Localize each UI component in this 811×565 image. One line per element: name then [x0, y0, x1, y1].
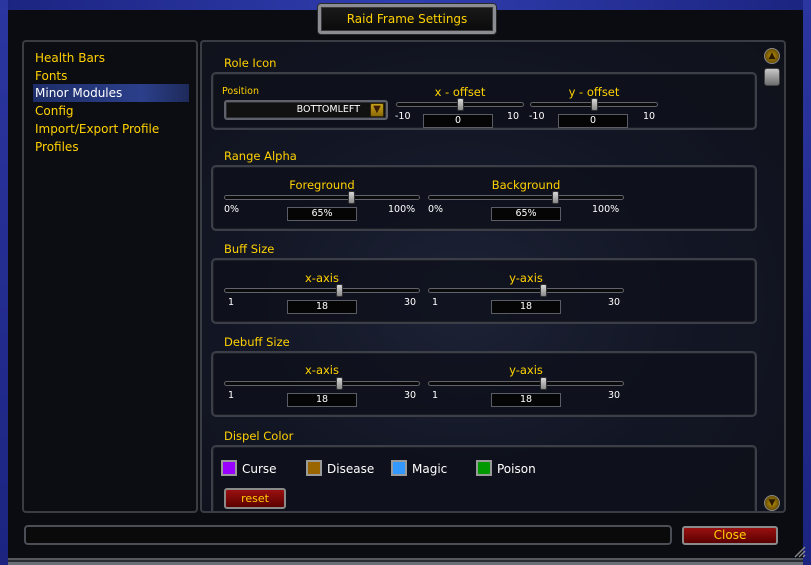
section-title-role-icon: Role Icon: [224, 56, 277, 70]
magic-label: Magic: [412, 462, 448, 476]
slider-min: 1: [228, 297, 235, 308]
slider-min: 1: [228, 390, 235, 401]
scroll-thumb[interactable]: [764, 68, 780, 86]
section-title-range-alpha: Range Alpha: [224, 149, 297, 163]
poison-label: Poison: [497, 462, 536, 476]
debuff-x-axis-slider[interactable]: [224, 377, 420, 390]
debuff-y-axis-slider[interactable]: [428, 377, 624, 390]
buff-x-axis-value[interactable]: 18: [287, 300, 357, 314]
slider-max: 30: [404, 390, 417, 401]
window-title[interactable]: Raid Frame Settings: [318, 4, 496, 34]
section-title-debuff-size: Debuff Size: [224, 335, 290, 349]
background-label: Background: [491, 178, 561, 192]
y-offset-label: y - offset: [568, 85, 620, 99]
close-button[interactable]: Close: [682, 526, 778, 545]
slider-min: 0%: [428, 204, 444, 215]
buff-y-axis-slider[interactable]: [428, 284, 624, 297]
y-offset-slider[interactable]: [530, 98, 658, 111]
position-label: Position: [222, 86, 259, 97]
chevron-down-icon[interactable]: ▼: [370, 103, 384, 117]
slider-min: 1: [432, 297, 439, 308]
disease-label: Disease: [327, 462, 375, 476]
debuff-y-axis-label: y-axis: [509, 363, 543, 377]
disease-color-swatch[interactable]: [306, 460, 322, 476]
buff-y-axis-label: y-axis: [509, 271, 543, 285]
slider-thumb[interactable]: [539, 284, 547, 297]
resize-grip-icon[interactable]: [792, 544, 806, 558]
slider-max: 100%: [592, 204, 620, 215]
debuff-y-axis-value[interactable]: 18: [491, 393, 561, 407]
slider-min: -10: [395, 111, 411, 122]
foreground-label: Foreground: [289, 178, 355, 192]
slider-thumb[interactable]: [552, 191, 560, 204]
curse-color-swatch[interactable]: [221, 460, 237, 476]
scroll-up-icon[interactable]: ▲: [764, 48, 780, 64]
slider-min: 0%: [224, 204, 240, 215]
buff-x-axis-slider[interactable]: [224, 284, 420, 297]
slider-max: 30: [608, 390, 621, 401]
slider-max: 30: [608, 297, 621, 308]
sidebar: Health Bars Fonts Minor Modules Config I…: [22, 40, 198, 513]
x-offset-slider[interactable]: [396, 98, 524, 111]
slider-max: 10: [507, 111, 520, 122]
slider-thumb[interactable]: [335, 284, 343, 297]
sidebar-item-config[interactable]: Config: [33, 102, 189, 120]
sidebar-item-import-export-profile[interactable]: Import/Export Profile: [33, 120, 189, 138]
buff-y-axis-value[interactable]: 18: [491, 300, 561, 314]
x-offset-value[interactable]: 0: [423, 114, 493, 128]
debuff-x-axis-value[interactable]: 18: [287, 393, 357, 407]
position-dropdown-value: BOTTOMLEFT: [296, 104, 360, 115]
scroll-down-icon[interactable]: ▼: [764, 495, 780, 511]
dispel-color-box: [211, 445, 757, 511]
position-dropdown[interactable]: BOTTOMLEFT ▼: [224, 100, 388, 120]
slider-thumb[interactable]: [539, 377, 547, 390]
section-title-dispel-color: Dispel Color: [224, 429, 294, 443]
scrollbar[interactable]: ▲ ▼: [764, 48, 780, 511]
background-slider[interactable]: [428, 191, 624, 204]
slider-thumb[interactable]: [591, 98, 598, 111]
section-title-buff-size: Buff Size: [224, 242, 275, 256]
backdrop-right: [803, 0, 811, 565]
slider-max: 100%: [388, 204, 416, 215]
debuff-x-axis-label: x-axis: [305, 363, 339, 377]
buff-x-axis-label: x-axis: [305, 271, 339, 285]
background-value[interactable]: 65%: [491, 207, 561, 221]
foreground-value[interactable]: 65%: [287, 207, 357, 221]
slider-min: 1: [432, 390, 439, 401]
foreground-slider[interactable]: [224, 191, 420, 204]
curse-label: Curse: [242, 462, 277, 476]
y-offset-value[interactable]: 0: [558, 114, 628, 128]
content-panel: Role Icon Position BOTTOMLEFT ▼ x - offs…: [200, 40, 786, 513]
slider-max: 10: [643, 111, 656, 122]
sidebar-item-fonts[interactable]: Fonts: [33, 67, 189, 85]
sidebar-item-health-bars[interactable]: Health Bars: [33, 49, 189, 67]
magic-color-swatch[interactable]: [391, 460, 407, 476]
reset-button[interactable]: reset: [224, 488, 286, 509]
slider-min: -10: [529, 111, 545, 122]
sidebar-item-profiles[interactable]: Profiles: [33, 138, 189, 156]
status-bar: [24, 525, 672, 545]
slider-max: 30: [404, 297, 417, 308]
slider-thumb[interactable]: [348, 191, 356, 204]
poison-color-swatch[interactable]: [476, 460, 492, 476]
x-offset-label: x - offset: [434, 85, 486, 99]
sidebar-item-minor-modules[interactable]: Minor Modules: [33, 84, 189, 102]
backdrop-left: [0, 0, 8, 565]
slider-thumb[interactable]: [457, 98, 464, 111]
slider-thumb[interactable]: [335, 377, 343, 390]
